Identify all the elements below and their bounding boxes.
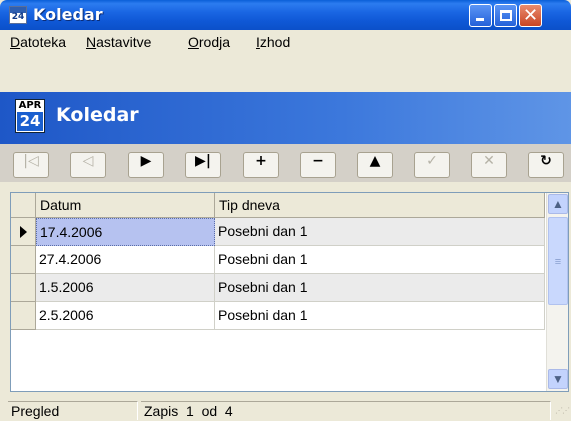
cell-datum[interactable]: 17.4.2006 [36, 218, 215, 246]
cell-datum[interactable]: 2.5.2006 [36, 302, 215, 330]
post-edit-button[interactable]: ✓ [414, 152, 450, 178]
data-grid[interactable]: Datum Tip dneva 17.4.2006 Posebni dan 1 … [10, 192, 569, 392]
edit-record-button[interactable]: ▲ [357, 152, 393, 178]
row-indicator-current[interactable] [11, 218, 36, 246]
menu-orodja[interactable]: Orodja [188, 34, 230, 50]
menu-nastavitve-mnemonic: N [86, 34, 97, 50]
insert-record-button[interactable]: + [243, 152, 279, 178]
scroll-thumb[interactable]: ≡ [548, 217, 568, 305]
resize-grip-icon[interactable]: ⋰⋰ [555, 406, 570, 418]
cell-datum[interactable]: 27.4.2006 [36, 246, 215, 274]
cancel-edit-button[interactable]: ✕ [471, 152, 507, 178]
menu-datoteka-rest: atoteka [20, 34, 67, 50]
close-icon: ✕ [522, 5, 539, 26]
delete-record-button[interactable]: − [300, 152, 336, 178]
banner-title: Koledar [56, 104, 139, 126]
maximize-icon [500, 10, 512, 21]
cell-tip-dneva[interactable]: Posebni dan 1 [215, 246, 545, 274]
record-navigator: |◁ ◁ ▶ ▶| + − ▲ ✓ ✕ ↻ [0, 144, 571, 182]
menu-nastavitve-rest: astavitve [96, 34, 152, 50]
column-header-datum[interactable]: Datum [36, 193, 215, 218]
refresh-button[interactable]: ↻ [528, 152, 564, 178]
title-icon-label: 24 [11, 12, 25, 22]
menu-orodja-mnemonic: O [188, 34, 199, 50]
window-title: Koledar [33, 5, 103, 24]
cell-datum[interactable]: 1.5.2006 [36, 274, 215, 302]
scroll-down-icon[interactable]: ▼ [548, 369, 568, 389]
close-button[interactable]: ✕ [519, 4, 542, 27]
cell-tip-dneva[interactable]: Posebni dan 1 [215, 302, 545, 330]
cell-tip-dneva[interactable]: Posebni dan 1 [215, 274, 545, 302]
title-bar[interactable]: 24 Koledar ✕ [0, 0, 571, 30]
menu-izhod[interactable]: Izhod [256, 34, 290, 50]
last-record-button[interactable]: ▶| [185, 152, 221, 178]
menu-orodja-rest: rodja [198, 34, 231, 50]
menu-nastavitve[interactable]: Nastavitve [86, 34, 151, 50]
status-bar: Pregled Zapis 1 od 4 ⋰⋰ [0, 399, 571, 421]
first-record-button[interactable]: |◁ [13, 152, 49, 178]
minimize-button[interactable] [469, 4, 492, 27]
row-indicator[interactable] [11, 302, 36, 330]
minimize-icon [476, 18, 484, 21]
menu-bar: Datoteka Nastavitve Orodja Izhod [0, 30, 571, 52]
calendar-icon-day: 24 [17, 112, 43, 131]
menu-izhod-rest: zhod [259, 34, 291, 50]
prior-record-button[interactable]: ◁ [70, 152, 106, 178]
status-record: Zapis 1 od 4 [141, 401, 551, 420]
calendar-icon: APR 24 [15, 99, 45, 133]
calendar-app-icon[interactable]: 24 [9, 6, 27, 24]
next-record-button[interactable]: ▶ [128, 152, 164, 178]
row-indicator[interactable] [11, 274, 36, 302]
cell-tip-dneva[interactable]: Posebni dan 1 [215, 218, 545, 246]
menu-datoteka-mnemonic: D [10, 34, 21, 50]
status-mode: Pregled [8, 401, 138, 420]
maximize-button[interactable] [494, 4, 517, 27]
header-banner: APR 24 Koledar [0, 92, 571, 144]
column-header-tip-dneva[interactable]: Tip dneva [215, 193, 545, 218]
vertical-scrollbar[interactable]: ▲ ≡ ▼ [546, 193, 568, 391]
scroll-up-icon[interactable]: ▲ [548, 194, 568, 214]
app-window: 24 Koledar ✕ Datoteka Nastavitve Orodja … [0, 0, 571, 421]
calendar-icon-month: APR [16, 100, 44, 111]
row-indicator[interactable] [11, 246, 36, 274]
grid-corner [11, 193, 36, 218]
menu-datoteka[interactable]: Datoteka [10, 34, 66, 50]
